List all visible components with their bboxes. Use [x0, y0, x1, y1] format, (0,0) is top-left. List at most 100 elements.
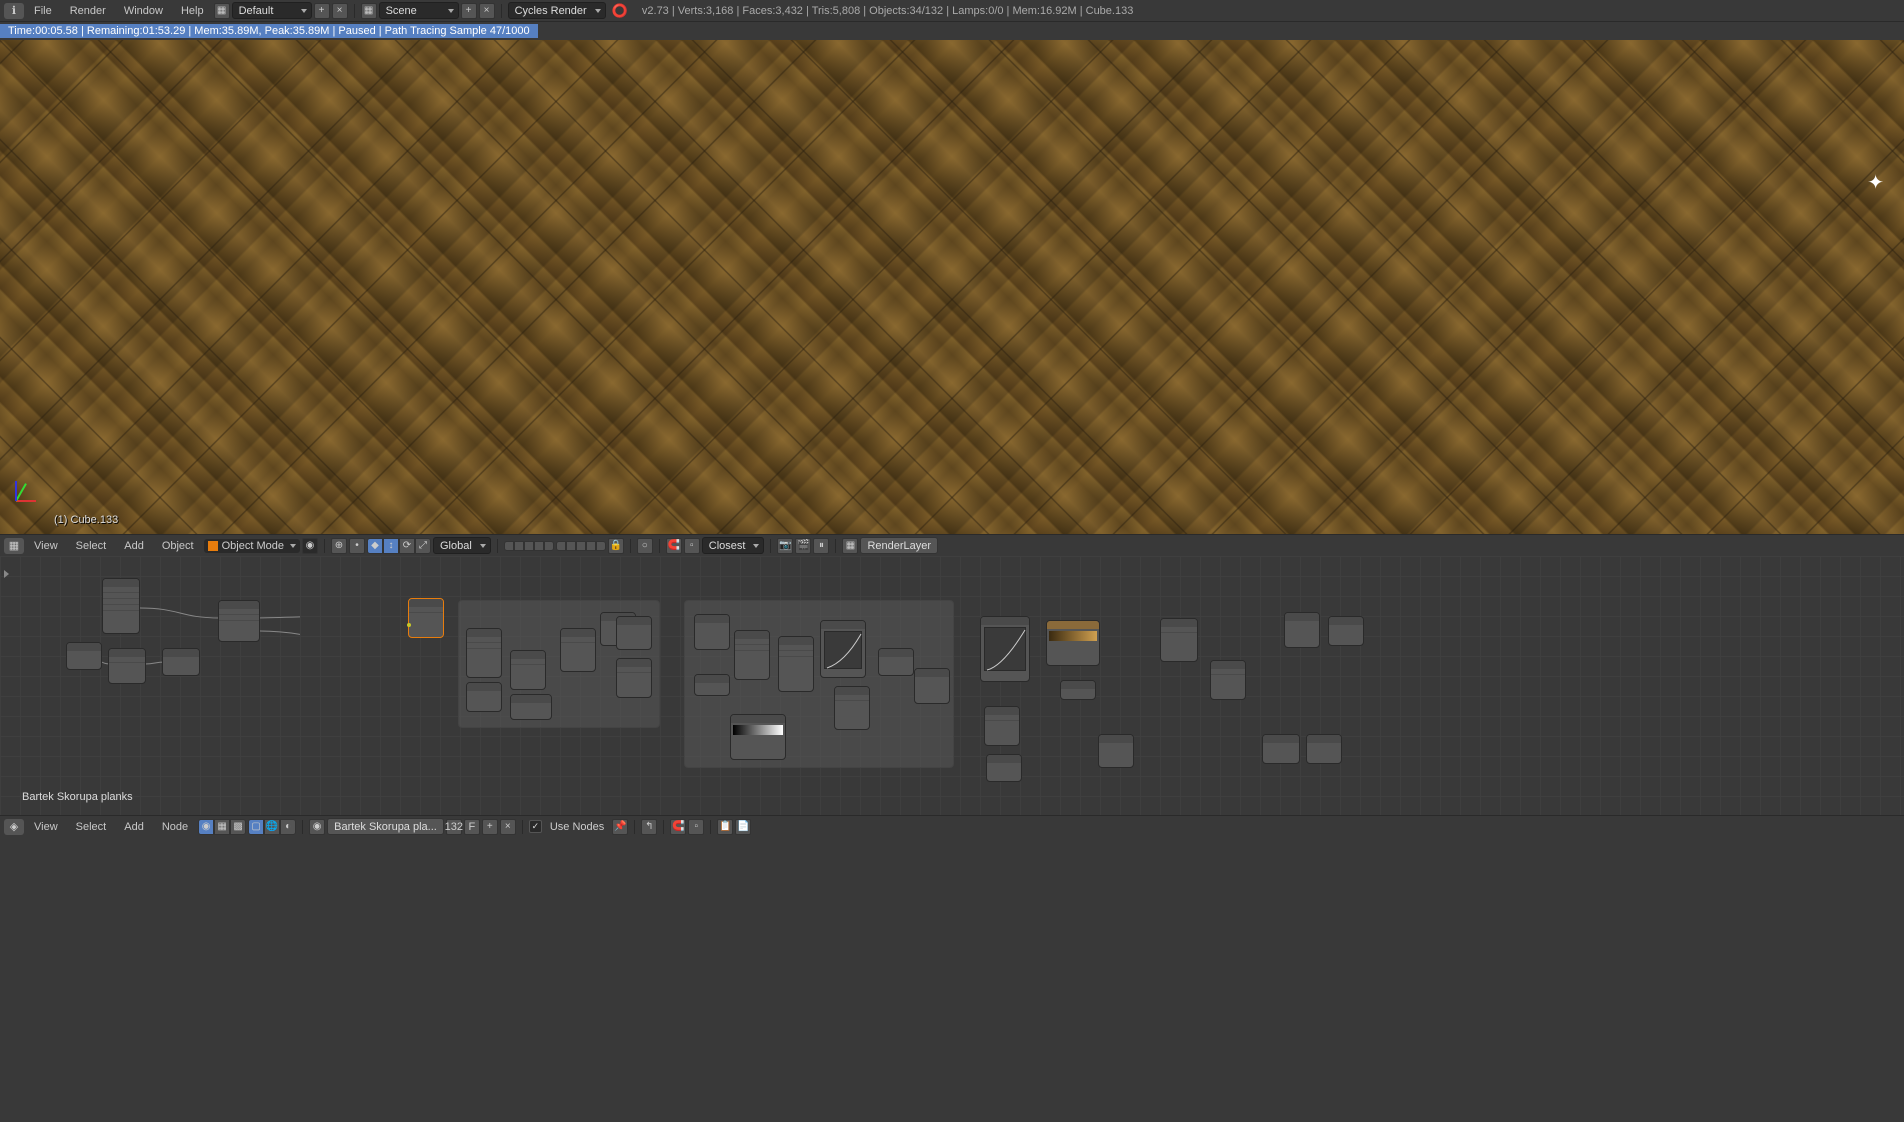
scene-delete-button[interactable]: × — [479, 3, 495, 19]
shading-dropdown[interactable]: ◉ — [302, 538, 318, 554]
snap-element-dropdown[interactable]: ▫ — [688, 819, 704, 835]
collapse-icon[interactable] — [4, 570, 9, 578]
translate-manipulator[interactable]: ↕ — [383, 538, 399, 554]
material-users-button[interactable]: 132 — [446, 819, 462, 835]
render-pause-button[interactable]: ⏸ — [813, 538, 829, 554]
node[interactable] — [466, 628, 502, 678]
node[interactable] — [510, 650, 546, 690]
snap-element-dropdown[interactable]: ▫ — [684, 538, 700, 554]
layer-btn[interactable] — [586, 541, 596, 551]
engine-dropdown[interactable]: Cycles Render — [508, 2, 606, 19]
editor-type-icon[interactable]: ◈ — [4, 819, 24, 835]
menu-add[interactable]: Add — [116, 538, 152, 554]
node-output[interactable] — [1328, 616, 1364, 646]
node[interactable] — [108, 648, 146, 684]
node[interactable] — [66, 642, 102, 670]
menu-object[interactable]: Object — [154, 538, 202, 554]
node[interactable] — [616, 658, 652, 698]
rotate-manipulator[interactable]: ⟳ — [399, 538, 415, 554]
menu-select[interactable]: Select — [68, 819, 115, 835]
menu-add[interactable]: Add — [116, 819, 152, 835]
copy-nodes-button[interactable]: 📋 — [717, 819, 733, 835]
menu-file[interactable]: File — [26, 3, 60, 19]
pivot-dropdown[interactable]: ⊕ — [331, 538, 347, 554]
node[interactable] — [878, 648, 914, 676]
menu-help[interactable]: Help — [173, 3, 212, 19]
node-curve[interactable] — [820, 620, 866, 678]
object-shader-button[interactable]: ▢ — [248, 819, 264, 835]
node[interactable] — [1210, 660, 1246, 700]
go-parent-button[interactable]: ↰ — [641, 819, 657, 835]
layer-btn[interactable] — [514, 541, 524, 551]
node-colorramp[interactable] — [1046, 620, 1100, 666]
proportional-editing-dropdown[interactable]: ○ — [637, 538, 653, 554]
world-shader-button[interactable]: 🌐 — [264, 819, 280, 835]
node[interactable] — [984, 706, 1020, 746]
opengl-anim-button[interactable]: 🎬 — [795, 538, 811, 554]
layout-delete-button[interactable]: × — [332, 3, 348, 19]
node[interactable] — [734, 630, 770, 680]
layer-btn[interactable] — [556, 541, 566, 551]
compositing-tree-button[interactable]: ▦ — [214, 819, 230, 835]
node[interactable] — [1284, 612, 1320, 648]
menu-node[interactable]: Node — [154, 819, 196, 835]
node[interactable] — [1060, 680, 1096, 700]
lock-camera-icon[interactable]: 🔒 — [608, 538, 624, 554]
material-delete-button[interactable]: × — [500, 819, 516, 835]
lamp-shader-button[interactable]: ◐ — [280, 819, 296, 835]
node-reroute[interactable] — [408, 598, 444, 638]
paste-nodes-button[interactable]: 📄 — [735, 819, 751, 835]
editor-type-icon[interactable]: ℹ — [4, 3, 24, 19]
shader-tree-button[interactable]: ◉ — [198, 819, 214, 835]
node[interactable] — [616, 616, 652, 650]
layer-btn[interactable] — [566, 541, 576, 551]
texture-tree-button[interactable]: ▩ — [230, 819, 246, 835]
fake-user-button[interactable]: F — [464, 819, 480, 835]
pivot-toggle[interactable]: • — [349, 538, 365, 554]
opengl-render-button[interactable]: 📷 — [777, 538, 793, 554]
layer-btn[interactable] — [544, 541, 554, 551]
node[interactable] — [694, 614, 730, 650]
layout-browse-icon[interactable]: ▦ — [214, 3, 230, 19]
editor-type-icon[interactable]: ▦ — [4, 538, 24, 554]
material-add-button[interactable]: + — [482, 819, 498, 835]
material-browse-icon[interactable]: ◉ — [309, 819, 325, 835]
menu-select[interactable]: Select — [68, 538, 115, 554]
render-layer-field[interactable]: RenderLayer — [860, 537, 938, 554]
menu-window[interactable]: Window — [116, 3, 171, 19]
node[interactable] — [560, 628, 596, 672]
node[interactable] — [778, 636, 814, 692]
scale-manipulator[interactable]: ⤢ — [415, 538, 431, 554]
scene-browse-icon[interactable]: ▦ — [361, 3, 377, 19]
node[interactable] — [986, 754, 1022, 782]
menu-view[interactable]: View — [26, 538, 66, 554]
layout-dropdown[interactable]: Default — [232, 2, 312, 19]
node-colorramp[interactable] — [730, 714, 786, 760]
menu-render[interactable]: Render — [62, 3, 114, 19]
scene-dropdown[interactable]: Scene — [379, 2, 459, 19]
node[interactable] — [218, 600, 260, 642]
use-nodes-checkbox[interactable] — [529, 820, 542, 833]
node-editor[interactable]: Bartek Skorupa planks — [0, 556, 1904, 815]
node[interactable] — [102, 578, 140, 634]
node[interactable] — [162, 648, 200, 676]
orientation-dropdown[interactable]: Global — [433, 537, 491, 554]
layer-btn[interactable] — [576, 541, 586, 551]
node[interactable] — [694, 674, 730, 696]
node-curve[interactable] — [980, 616, 1030, 682]
material-name-field[interactable]: Bartek Skorupa pla... — [327, 818, 444, 835]
node[interactable] — [1262, 734, 1300, 764]
pin-button[interactable]: 📌 — [612, 819, 628, 835]
snap-toggle[interactable]: 🧲 — [666, 538, 682, 554]
snap-toggle[interactable]: 🧲 — [670, 819, 686, 835]
scene-add-button[interactable]: + — [461, 3, 477, 19]
menu-view[interactable]: View — [26, 819, 66, 835]
3d-viewport[interactable]: ✦ (1) Cube.133 — [0, 40, 1904, 534]
node[interactable] — [510, 694, 552, 720]
mode-dropdown[interactable]: Object Mode — [204, 539, 300, 553]
snap-target-dropdown[interactable]: Closest — [702, 537, 765, 554]
layer-btn[interactable] — [504, 541, 514, 551]
node[interactable] — [466, 682, 502, 712]
node[interactable] — [1098, 734, 1134, 768]
layer-btn[interactable] — [534, 541, 544, 551]
